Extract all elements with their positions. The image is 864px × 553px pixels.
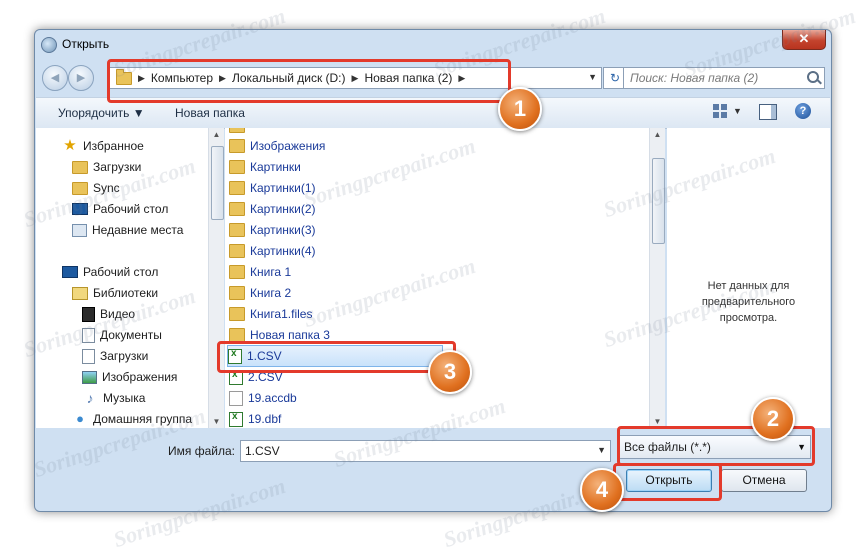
scroll-down-icon[interactable]: ▼ bbox=[650, 417, 665, 426]
nav-label: Недавние места bbox=[92, 223, 184, 237]
file-name: Картинки(4) bbox=[250, 244, 316, 258]
help-icon[interactable]: ? bbox=[795, 103, 811, 119]
nav-item-music[interactable]: ♪ Музыка bbox=[82, 388, 146, 408]
callout-highlight-address bbox=[107, 59, 511, 103]
excel-file-icon bbox=[229, 411, 243, 427]
scroll-thumb[interactable] bbox=[211, 146, 224, 220]
folder-icon bbox=[229, 307, 245, 321]
folder-icon bbox=[229, 265, 245, 279]
callout-highlight-open bbox=[613, 463, 722, 501]
file-name: Картинки bbox=[250, 160, 301, 174]
scroll-up-icon[interactable]: ▲ bbox=[209, 130, 224, 139]
nav-item-desktop[interactable]: Рабочий стол bbox=[62, 262, 158, 282]
nav-scrollbar[interactable]: ▲ ▼ bbox=[208, 128, 224, 428]
file-scrollbar[interactable]: ▲ ▼ bbox=[649, 128, 665, 428]
list-item[interactable] bbox=[229, 128, 250, 136]
list-item[interactable]: Книга1.files bbox=[229, 304, 312, 324]
scroll-down-icon[interactable]: ▼ bbox=[209, 417, 224, 426]
folder-icon bbox=[229, 328, 245, 342]
access-file-icon bbox=[229, 390, 243, 406]
file-name: Изображения bbox=[250, 139, 326, 153]
back-button[interactable]: ◀ bbox=[42, 65, 68, 91]
view-grid-icon[interactable] bbox=[713, 104, 731, 120]
window-title: Открыть bbox=[62, 37, 110, 51]
nav-item-lib-downloads[interactable]: Загрузки bbox=[82, 346, 148, 366]
chevron-down-icon[interactable]: ▼ bbox=[733, 106, 742, 116]
libraries-icon bbox=[72, 286, 88, 300]
nav-label: Рабочий стол bbox=[83, 265, 159, 279]
step-badge-1: 1 bbox=[498, 87, 542, 131]
nav-label: Избранное bbox=[83, 139, 144, 153]
folder-icon bbox=[229, 181, 245, 195]
star-icon: ★ bbox=[63, 137, 77, 154]
folder-icon bbox=[229, 139, 245, 153]
folder-icon bbox=[229, 160, 245, 174]
nav-label: Музыка bbox=[103, 391, 146, 405]
folder-icon bbox=[229, 128, 245, 133]
step-badge-2: 2 bbox=[751, 397, 795, 441]
list-item[interactable]: Книга 1 bbox=[229, 262, 291, 282]
file-name: Картинки(3) bbox=[250, 223, 316, 237]
callout-highlight-file bbox=[217, 341, 456, 373]
folder-icon bbox=[229, 202, 245, 216]
list-item[interactable]: Картинки(2) bbox=[229, 199, 316, 219]
folder-icon bbox=[229, 223, 245, 237]
file-name: 19.accdb bbox=[248, 391, 297, 405]
step-badge-3: 3 bbox=[428, 350, 472, 394]
organize-menu[interactable]: Упорядочить ▼ bbox=[58, 106, 145, 120]
chevron-down-icon[interactable]: ▼ bbox=[597, 445, 606, 455]
list-item[interactable]: Картинки(3) bbox=[229, 220, 316, 240]
app-icon bbox=[41, 37, 57, 53]
search-icon[interactable] bbox=[807, 71, 819, 83]
recent-places-icon bbox=[72, 223, 87, 237]
nav-item-favorites[interactable]: ★ Избранное bbox=[62, 136, 144, 156]
scroll-up-icon[interactable]: ▲ bbox=[650, 130, 665, 139]
nav-label: Загрузки bbox=[100, 349, 149, 363]
list-item[interactable]: Изображения bbox=[229, 136, 325, 156]
list-item[interactable]: 19.dbf bbox=[229, 409, 281, 428]
forward-button[interactable]: ▶ bbox=[68, 65, 94, 91]
nav-item-images[interactable]: Изображения bbox=[82, 367, 177, 387]
file-name: Книга 2 bbox=[250, 286, 292, 300]
folder-icon bbox=[72, 160, 88, 174]
list-item[interactable]: Книга 2 bbox=[229, 283, 291, 303]
desktop-icon bbox=[62, 266, 78, 278]
homegroup-icon: ● bbox=[76, 411, 84, 426]
file-name: 19.dbf bbox=[248, 412, 282, 426]
preview-pane-icon[interactable] bbox=[759, 104, 777, 120]
nav-label: Изображения bbox=[102, 370, 178, 384]
list-item[interactable]: 19.accdb bbox=[229, 388, 297, 408]
new-folder-button[interactable]: Новая папка bbox=[175, 106, 245, 120]
filename-label: Имя файла: bbox=[168, 444, 235, 458]
cancel-button[interactable]: Отмена bbox=[721, 469, 807, 492]
file-name: Новая папка 3 bbox=[250, 328, 330, 342]
step-badge-4: 4 bbox=[580, 468, 624, 512]
document-icon bbox=[82, 348, 95, 364]
music-icon: ♪ bbox=[86, 390, 94, 406]
list-item[interactable]: Картинки(4) bbox=[229, 241, 316, 261]
image-icon bbox=[82, 370, 97, 384]
folder-icon bbox=[229, 286, 245, 300]
chevron-down-icon[interactable]: ▼ bbox=[588, 72, 597, 82]
list-item[interactable]: Картинки bbox=[229, 157, 301, 177]
file-name: Книга 1 bbox=[250, 265, 292, 279]
folder-icon bbox=[229, 244, 245, 258]
filename-value: 1.CSV bbox=[245, 444, 280, 458]
nav-item-recent[interactable]: Недавние места bbox=[72, 220, 183, 240]
